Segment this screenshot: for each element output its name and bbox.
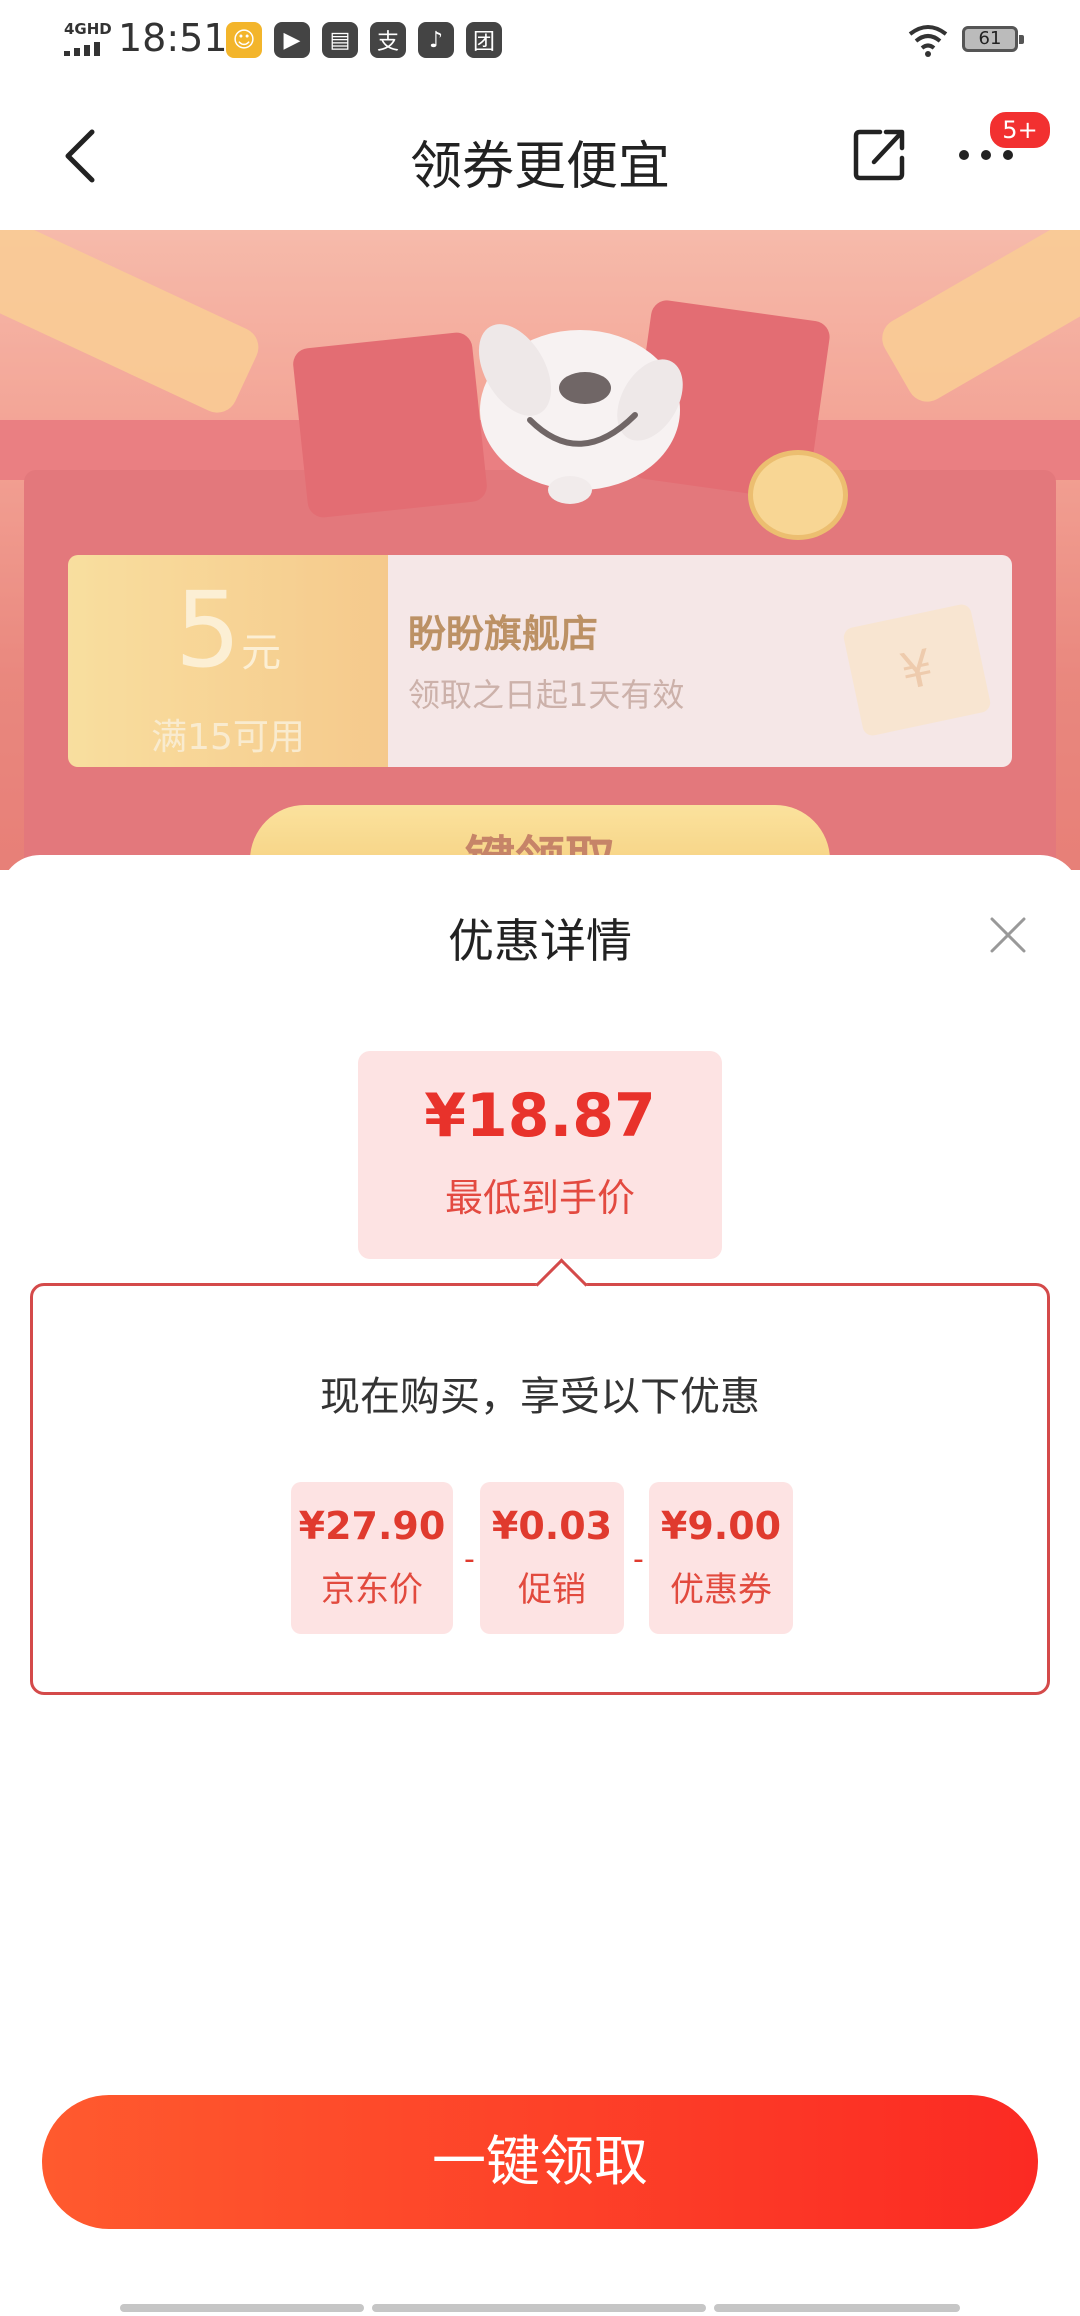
promotion-value: ¥0.03 (491, 1504, 613, 1548)
gesture-bar-segment (714, 2304, 960, 2312)
jd-price-value: ¥27.90 (298, 1504, 446, 1548)
modal-dim-overlay[interactable] (0, 230, 1080, 870)
share-icon[interactable] (850, 124, 910, 184)
battery-icon: 61 (962, 26, 1024, 52)
notification-icons: ☺ ▶ ▤ 支 ♪ 团 (226, 22, 502, 58)
promotion-chip: ¥0.03 促销 (480, 1482, 624, 1634)
one-click-claim-button[interactable]: 一键领取 (42, 2095, 1038, 2229)
promotion-label: 促销 (518, 1570, 586, 1610)
coupon-discount-label: 优惠券 (670, 1570, 772, 1610)
message-badge: 5+ (988, 110, 1052, 150)
gesture-bar-segment (120, 2304, 364, 2312)
nav-bar: 领券更便宜 5+ (0, 80, 1080, 230)
price-breakdown-box: 现在购买，享受以下优惠 ¥27.90 京东价 - ¥0.03 促销 - ¥9.0… (30, 1258, 1050, 1695)
coupon-discount-value: ¥9.00 (660, 1504, 782, 1548)
discount-detail-sheet: 优惠详情 ¥18.87 最低到手价 现在购买，享受以下优惠 ¥27.90 京东价… (0, 855, 1080, 2316)
callout-pointer (535, 1258, 588, 1311)
minus-sign: - (464, 1542, 475, 1577)
video-app-icon: ▶ (274, 22, 310, 58)
group-app-icon: 团 (466, 22, 502, 58)
jd-price-label: 京东价 (321, 1570, 423, 1610)
final-price: ¥18.87 (424, 1081, 656, 1151)
page-title: 领券更便宜 (409, 137, 670, 197)
final-price-box: ¥18.87 最低到手价 (358, 1051, 722, 1259)
final-price-label: 最低到手价 (444, 1176, 635, 1220)
minus-sign: - (633, 1542, 644, 1577)
music-app-icon: ♪ (418, 22, 454, 58)
status-bar: 4GHD 18:51 ☺ ▶ ▤ 支 ♪ 团 61 (0, 0, 1080, 80)
coupon-chip: ¥9.00 优惠券 (649, 1482, 793, 1634)
jd-price-chip: ¥27.90 京东价 (291, 1482, 453, 1634)
app-notification-icon: ☺ (226, 22, 262, 58)
sheet-title: 优惠详情 (448, 914, 632, 968)
wifi-icon (908, 25, 948, 57)
reader-app-icon: ▤ (322, 22, 358, 58)
clock: 18:51 (118, 16, 228, 60)
signal-icon (64, 42, 100, 56)
close-icon[interactable] (988, 915, 1028, 955)
breakdown-title: 现在购买，享受以下优惠 (320, 1374, 760, 1420)
pay-app-icon: 支 (370, 22, 406, 58)
network-type: 4GHD (64, 20, 112, 38)
gesture-bar-segment (372, 2304, 706, 2312)
